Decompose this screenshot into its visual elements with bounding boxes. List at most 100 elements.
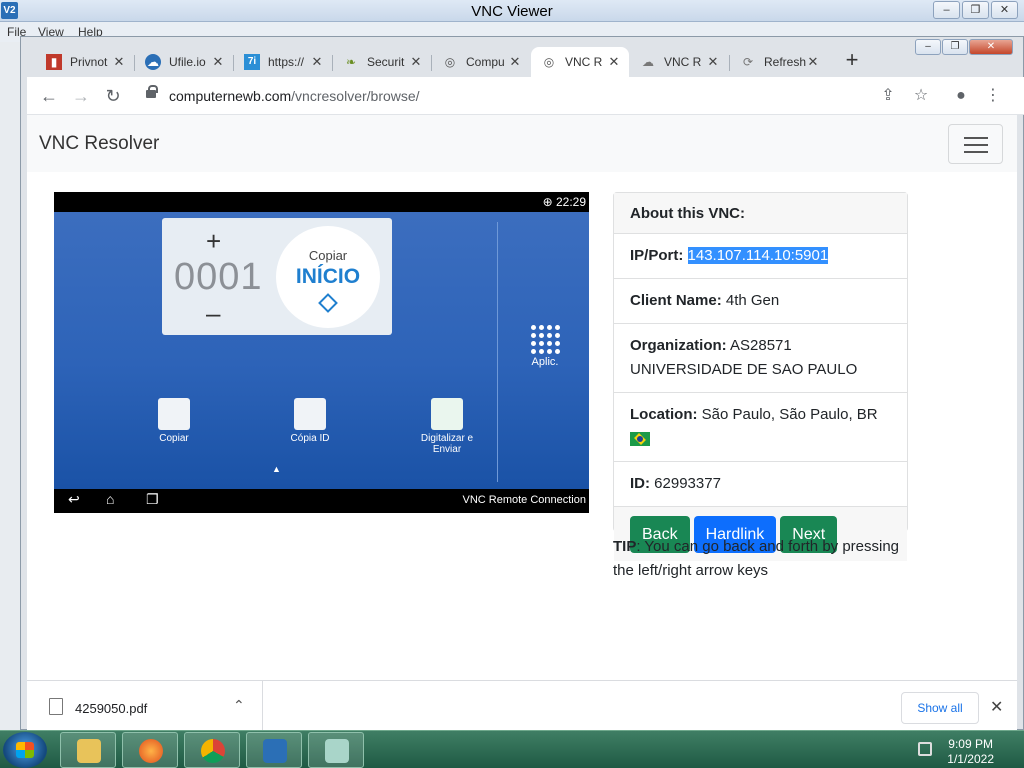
start-button[interactable] — [3, 732, 47, 768]
tab-privnote[interactable]: ▮ Privnot ✕ — [36, 47, 134, 77]
tab-strip: ▮ Privnot ✕ ☁ Ufile.io ✕ 7i https:// ✕ ❧… — [36, 47, 1024, 77]
tab-label: Securit — [367, 55, 405, 69]
share-icon[interactable]: ⇪ — [876, 84, 900, 108]
remote-connection-label: VNC Remote Connection — [462, 494, 586, 506]
copy-app-label: Copiar — [159, 433, 189, 444]
location-row: Location: São Paulo, São Paulo, BR — [614, 393, 907, 462]
profile-icon[interactable]: ● — [949, 84, 973, 108]
reload-icon[interactable]: ↻ — [101, 84, 125, 108]
brazil-flag-icon — [630, 432, 650, 447]
clock-date: 1/1/2022 — [947, 752, 994, 766]
tab-close-icon[interactable]: ✕ — [112, 54, 126, 70]
vnc-icon — [263, 739, 287, 763]
apps-label: Aplic. — [531, 356, 559, 368]
tab-close-icon[interactable]: ✕ — [607, 54, 621, 70]
target-icon: ◎ — [444, 55, 456, 69]
firefox-icon — [139, 739, 163, 763]
ip-value[interactable]: 143.107.114.10:5901 — [687, 247, 829, 264]
tab-refresh[interactable]: ⟳ Refresh ✕ — [730, 47, 828, 77]
target-icon: ◎ — [543, 55, 555, 69]
download-filename: 4259050.pdf — [75, 701, 148, 716]
system-tray: 9:09 PM 1/1/2022 — [912, 735, 1022, 767]
star-icon[interactable]: ☆ — [909, 84, 933, 108]
ip-label: IP/Port: — [630, 247, 684, 264]
chevron-up-icon[interactable]: ⌃ — [233, 697, 245, 714]
apps-launcher: Aplic. — [528, 325, 562, 368]
downloads-bar: 4259050.pdf ⌃ Show all ✕ — [27, 680, 1017, 731]
location-label: Location: — [630, 406, 698, 423]
tab-close-icon[interactable]: ✕ — [310, 54, 324, 70]
plus-icon: + — [206, 226, 222, 256]
tab-computernewb[interactable]: ◎ Compu ✕ — [432, 47, 530, 77]
notepad-taskbar-button[interactable] — [308, 732, 364, 768]
tab-label: Ufile.io — [169, 55, 206, 69]
organization-row: Organization: AS28571 UNIVERSIDADE DE SA… — [614, 324, 907, 393]
start-diamond-icon — [318, 293, 338, 313]
vnc-screenshot: ⊕ 22:29 + 0001 – Copiar INÍCIO Aplic. Co… — [54, 192, 589, 513]
download-item[interactable]: 4259050.pdf ⌃ — [27, 681, 263, 731]
vnc-taskbar-button[interactable] — [246, 732, 302, 768]
send-arrow-icon — [431, 398, 463, 430]
chrome-taskbar-button[interactable] — [184, 732, 240, 768]
back-arrow-icon[interactable]: ← — [37, 84, 61, 108]
card-header: About this VNC: — [614, 193, 907, 234]
navbar-toggler-button[interactable] — [948, 124, 1003, 164]
show-all-button[interactable]: Show all — [901, 692, 979, 724]
explorer-taskbar-button[interactable] — [60, 732, 116, 768]
scan-send-app: Digitalizar e Enviar — [412, 398, 482, 455]
cloud-icon: ☁ — [145, 54, 161, 70]
location-value: São Paulo, São Paulo, BR — [701, 406, 878, 423]
refresh-icon: ⟳ — [742, 55, 754, 69]
forward-arrow-icon[interactable]: → — [69, 84, 93, 108]
menu-dots-icon[interactable]: ⋮ — [981, 84, 1005, 108]
scan-send-app-label: Digitalizar e Enviar — [420, 433, 474, 455]
windows-taskbar: 9:09 PM 1/1/2022 — [0, 730, 1024, 768]
lock-icon — [146, 85, 158, 98]
tab-vnc-resolver-active[interactable]: ◎ VNC R ✕ — [531, 47, 629, 77]
tab-https[interactable]: 7i https:// ✕ — [234, 47, 332, 77]
address-host: computernewb.com — [169, 88, 292, 104]
address-bar[interactable]: computernewb.com/vncresolver/browse/ — [137, 81, 959, 111]
clock[interactable]: 9:09 PM 1/1/2022 — [947, 737, 994, 767]
firefox-taskbar-button[interactable] — [122, 732, 178, 768]
copy-id-app-label: Cópia ID — [290, 433, 330, 444]
tab-close-icon[interactable]: ✕ — [211, 54, 225, 70]
close-icon[interactable]: ✕ — [990, 697, 1003, 717]
tab-close-icon[interactable]: ✕ — [806, 54, 820, 70]
site-navbar: VNC Resolver — [27, 115, 1017, 172]
globe-icon: ⊕ — [542, 195, 553, 209]
minimize-button[interactable]: – — [933, 1, 960, 19]
tab-label: VNC R — [664, 55, 702, 69]
lock-icon: ▮ — [46, 54, 62, 70]
window-title: VNC Viewer — [471, 3, 553, 20]
org-label: Organization: — [630, 337, 727, 354]
tab-close-icon[interactable]: ✕ — [706, 54, 720, 70]
new-tab-button[interactable]: + — [838, 47, 866, 75]
copy-panel: + 0001 – Copiar INÍCIO — [162, 218, 392, 335]
ip-port-row: IP/Port: 143.107.114.10:5901 — [614, 234, 907, 279]
clock-time: 9:09 PM — [948, 737, 993, 751]
7i-icon: 7i — [244, 54, 260, 70]
tab-ufile[interactable]: ☁ Ufile.io ✕ — [135, 47, 233, 77]
tab-close-icon[interactable]: ✕ — [409, 54, 423, 70]
home-indicator-icon: ▲ — [272, 464, 281, 474]
remote-time: 22:29 — [555, 195, 586, 209]
tab-vnc-resolver-2[interactable]: ☁ VNC R ✕ — [630, 47, 728, 77]
tab-security[interactable]: ❧ Securit ✕ — [333, 47, 431, 77]
remote-screen: + 0001 – Copiar INÍCIO Aplic. Copiar Cóp… — [54, 212, 589, 489]
page-content: VNC Resolver ⊕ 22:29 + 0001 – Copiar INÍ… — [27, 115, 1017, 680]
close-button[interactable]: ✕ — [991, 1, 1018, 19]
file-icon — [49, 698, 63, 715]
tab-label: Compu — [466, 55, 505, 69]
document-icon — [158, 398, 190, 430]
minus-icon: – — [206, 298, 221, 328]
restore-button[interactable]: ❐ — [962, 1, 989, 19]
leaf-icon: ❧ — [345, 55, 357, 69]
network-icon[interactable] — [918, 742, 932, 756]
id-value: 62993377 — [654, 475, 721, 492]
site-brand[interactable]: VNC Resolver — [39, 133, 159, 155]
address-path: /vncresolver/browse/ — [291, 88, 420, 104]
client-value: 4th Gen — [725, 292, 780, 309]
tab-close-icon[interactable]: ✕ — [508, 54, 522, 70]
back-nav-icon: ↩ — [68, 491, 80, 507]
